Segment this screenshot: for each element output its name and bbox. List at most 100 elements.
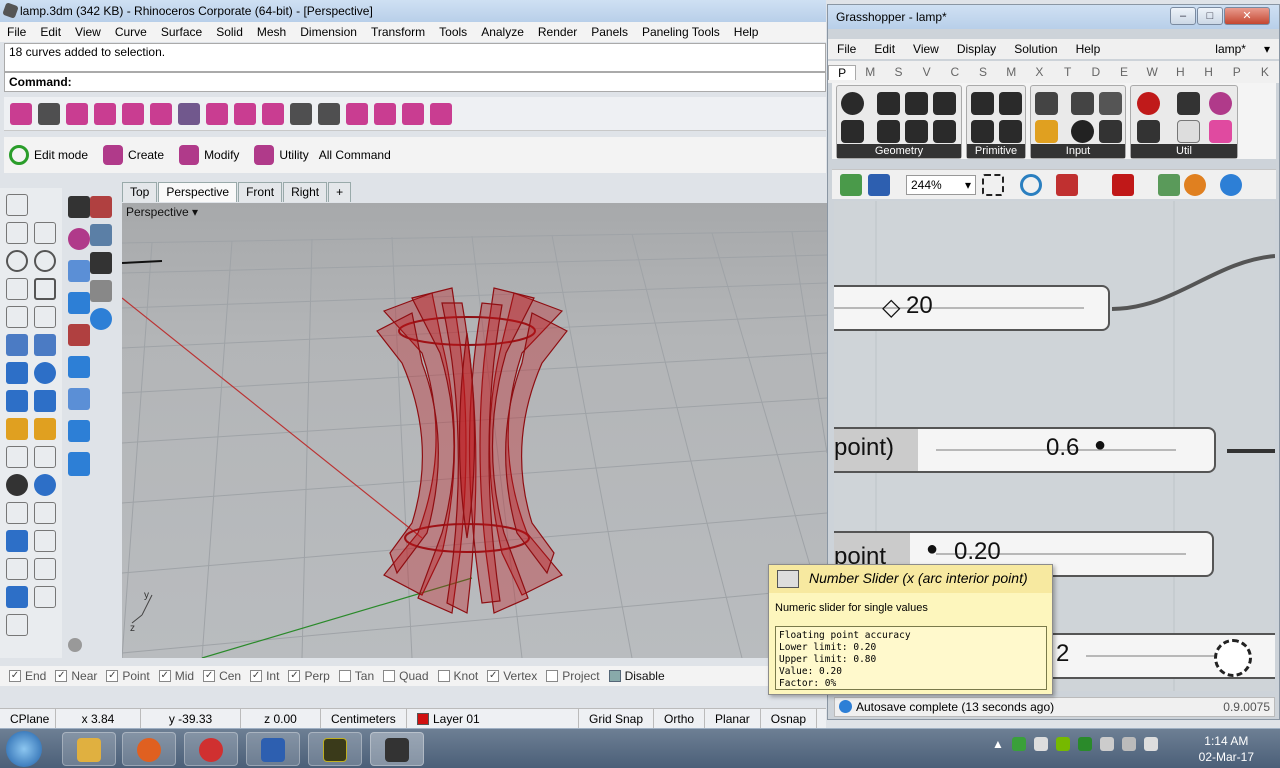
group-icon[interactable]: [6, 474, 28, 496]
panel-array-icon[interactable]: [374, 103, 396, 125]
boolean-param-icon[interactable]: [971, 92, 994, 115]
point-move-icon[interactable]: [318, 103, 340, 125]
tab-maths[interactable]: M: [856, 65, 884, 79]
osnap-checkbox[interactable]: [383, 670, 396, 682]
zoom-select[interactable]: 244% ▾: [906, 175, 976, 195]
solid-sphere-icon[interactable]: [34, 362, 56, 384]
geometry-param-icon[interactable]: [841, 92, 864, 115]
tray-expand-icon[interactable]: ▲: [992, 737, 1004, 751]
menu-dimension[interactable]: Dimension: [293, 25, 364, 39]
osnap-vertex[interactable]: ✓ Vertex: [487, 669, 537, 683]
button-icon[interactable]: [1071, 120, 1094, 143]
osnap-checkbox[interactable]: ✓: [55, 670, 68, 682]
cylinder-icon[interactable]: [6, 390, 28, 412]
units-status[interactable]: Centimeters: [321, 708, 407, 729]
muse-taskbar-button[interactable]: [308, 732, 362, 766]
create-button[interactable]: Create: [98, 145, 164, 165]
media-player-taskbar-button[interactable]: [122, 732, 176, 766]
bake-icon[interactable]: [1112, 174, 1134, 196]
menu-curve[interactable]: Curve: [108, 25, 154, 39]
osnap-checkbox[interactable]: [437, 670, 450, 682]
boolean-icon[interactable]: [34, 474, 56, 496]
osnap-checkbox[interactable]: [608, 670, 621, 682]
layer-tool-icon[interactable]: [68, 196, 90, 218]
tab-extra-h2[interactable]: H: [1194, 65, 1222, 79]
menu-paneling-tools[interactable]: Paneling Tools: [635, 25, 727, 39]
integer-param-icon[interactable]: [999, 92, 1022, 115]
solid-box-icon[interactable]: [6, 362, 28, 384]
osnap-mid[interactable]: ✓ Mid: [158, 669, 194, 683]
menu-help[interactable]: Help: [727, 25, 766, 39]
tab-params[interactable]: P: [828, 64, 857, 80]
slider-diamond-icon[interactable]: ◇: [882, 293, 900, 322]
ellipse-icon[interactable]: [34, 250, 56, 272]
extrude-icon[interactable]: [34, 334, 56, 356]
arc-param-icon[interactable]: [905, 92, 928, 115]
script-icon[interactable]: [68, 324, 90, 346]
osnap-checkbox[interactable]: ✓: [106, 670, 119, 682]
arc-icon[interactable]: [6, 306, 28, 328]
sketch-icon[interactable]: [1056, 174, 1078, 196]
brep-param-icon[interactable]: [933, 92, 956, 115]
wifi-icon[interactable]: [1122, 737, 1136, 751]
osnap-icon[interactable]: [90, 252, 112, 274]
osnap-checkbox[interactable]: [546, 670, 559, 682]
text-icon[interactable]: [6, 530, 28, 552]
usb-icon[interactable]: [1034, 737, 1048, 751]
patch-icon[interactable]: [262, 103, 284, 125]
gradient-icon[interactable]: [1035, 120, 1058, 143]
number-param-icon[interactable]: [971, 120, 994, 143]
osnap-checkbox[interactable]: ✓: [9, 670, 21, 682]
menu-file[interactable]: File: [0, 25, 33, 39]
osnap-tan[interactable]: Tan: [338, 669, 374, 683]
cherry-picker-icon[interactable]: [1137, 92, 1160, 115]
chrome-taskbar-button[interactable]: [184, 732, 238, 766]
number-slider-icon[interactable]: [1035, 92, 1058, 115]
data-dam-icon[interactable]: [1177, 92, 1200, 115]
tab-intersect[interactable]: X: [1025, 65, 1053, 79]
menu-surface[interactable]: Surface: [154, 25, 209, 39]
tab-extra-p[interactable]: P: [1223, 65, 1251, 79]
trim-icon[interactable]: [34, 446, 56, 468]
tab-extra-k[interactable]: K: [1251, 65, 1279, 79]
circle-icon[interactable]: [6, 250, 28, 272]
circle-param-icon[interactable]: [877, 92, 900, 115]
surface-param-icon[interactable]: [905, 120, 928, 143]
osnap-quad[interactable]: Quad: [383, 669, 429, 683]
view-icon[interactable]: [90, 224, 112, 246]
edit-mode-button[interactable]: Edit mode: [4, 145, 88, 165]
tab-transform[interactable]: T: [1054, 65, 1082, 79]
add-viewport-tab[interactable]: +: [328, 182, 352, 202]
value-list-icon[interactable]: [1099, 120, 1122, 143]
panel-grid-icon[interactable]: [346, 103, 368, 125]
revolve-icon[interactable]: [150, 103, 172, 125]
menu-render[interactable]: Render: [531, 25, 584, 39]
cplane-status[interactable]: CPlane: [0, 708, 56, 729]
surface-tool-icon[interactable]: [10, 103, 32, 125]
menu-solid[interactable]: Solid: [209, 25, 250, 39]
gh-menu-file[interactable]: File: [828, 42, 865, 56]
number-slider-06[interactable]: point) 0.6 ●: [834, 427, 1216, 473]
perspective-viewport[interactable]: Perspective ▾ y z: [122, 203, 827, 658]
ortho-button[interactable]: Ortho: [654, 708, 706, 729]
display-mode-icon[interactable]: [1220, 174, 1242, 196]
zoom-extents-icon[interactable]: [982, 174, 1004, 196]
osnap-int[interactable]: ✓ Int: [250, 669, 279, 683]
rotate-icon[interactable]: [6, 502, 28, 524]
grid-icon[interactable]: [34, 586, 56, 608]
table-icon[interactable]: [68, 454, 90, 476]
menu-edit[interactable]: Edit: [33, 25, 68, 39]
sweep-icon[interactable]: [122, 103, 144, 125]
camera-icon[interactable]: [68, 292, 90, 314]
offset-icon[interactable]: [34, 502, 56, 524]
gh-menu-help[interactable]: Help: [1067, 42, 1110, 56]
mesh-plane-icon[interactable]: [34, 390, 56, 412]
layer-state-icon[interactable]: [68, 260, 90, 282]
gh-menu-edit[interactable]: Edit: [865, 42, 904, 56]
toggle-icon[interactable]: [1071, 92, 1094, 115]
blend-icon[interactable]: [234, 103, 256, 125]
signal-icon[interactable]: [1100, 737, 1114, 751]
osnap-checkbox[interactable]: ✓: [158, 670, 171, 682]
relay-icon[interactable]: [1177, 120, 1200, 143]
tab-top[interactable]: Top: [122, 182, 158, 202]
